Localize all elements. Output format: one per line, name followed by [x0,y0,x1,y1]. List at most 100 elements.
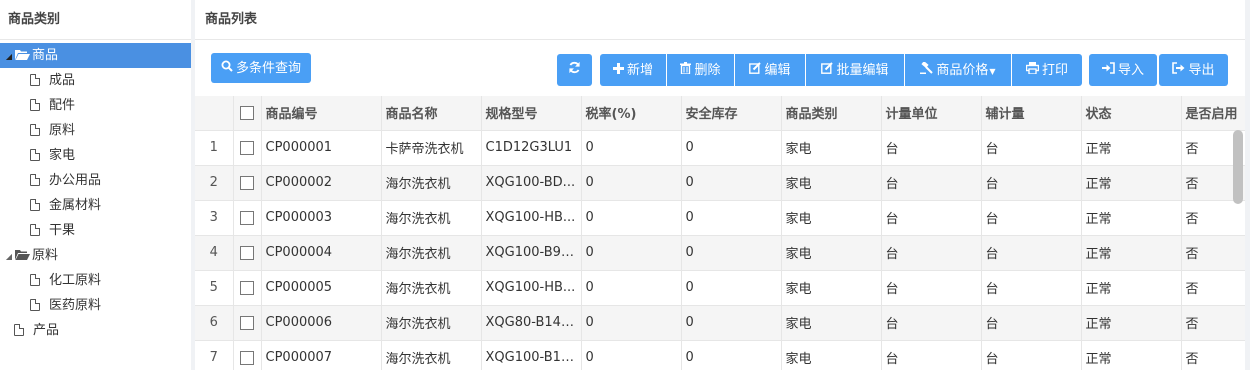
tree-node[interactable]: 配件 [0,93,191,118]
trash-icon [680,54,692,86]
table-body: 1 CP000001 卡萨帝洗衣机 C1D12G3LU1 0 0 家电台台正常否 2 CP000… [195,130,1245,370]
tree-node-label: 金属材料 [49,198,102,213]
tree-node[interactable]: 家电 [0,143,191,168]
tree-node-label: 办公用品 [49,173,102,188]
query-label: 多条件查询 [235,61,301,76]
tree-node-label: 原料 [32,248,59,263]
tree-node[interactable]: 化工原料 [0,268,191,293]
import-button[interactable]: 导入 [1089,54,1157,86]
table-row[interactable]: 4 CP000004 海尔洗衣机 XQG100-B91... 0 0 家电台台正常否 [195,235,1245,271]
row-checkbox[interactable] [233,165,262,201]
table-row[interactable]: 2 CP000002 海尔洗衣机 XQG100-BD... 0 0 家电台台正常否 [195,165,1245,201]
cell-unit: 台 [881,340,982,370]
cell-aux: 台 [981,130,1082,166]
row-checkbox[interactable] [233,305,262,341]
cell-category: 家电 [781,270,882,306]
import-label: 导入 [1117,63,1144,78]
refresh-icon [568,54,581,86]
row-checkbox[interactable] [233,340,262,370]
category-tree: ◢ 商品 成品 配件 原料 家电 办公用品 金属材料 干果 ◢ 原料 化工原料 医药原料 产品 [0,40,191,343]
table-row[interactable]: 3 CP000003 海尔洗衣机 XQG100-HB... 0 0 家电台台正常否 [195,200,1245,236]
delete-button[interactable]: 删除 [667,54,734,86]
row-number: 5 [195,270,234,306]
tree-node[interactable]: 干果 [0,218,191,243]
column-header[interactable]: 是否启用 [1181,96,1245,131]
tree-node[interactable]: ◢ 原料 [0,243,191,268]
column-header[interactable]: 规格型号 [481,96,582,131]
printer-icon [1025,54,1040,86]
column-header[interactable]: 商品类别 [781,96,882,131]
cell-aux: 台 [981,235,1082,271]
table-row[interactable]: 6 CP000006 海尔洗衣机 XQG80-B148... 0 0 家电台台正常否 [195,305,1245,341]
expand-caret-icon[interactable]: ◢ [3,244,15,269]
vertical-scrollbar[interactable] [1233,130,1243,204]
cell-aux: 台 [981,305,1082,341]
batch-edit-button[interactable]: 批量编辑 [806,54,904,86]
table-header-row: 商品编号 商品名称 规格型号 税率(%) 安全库存 商品类别 计量单位 辅计量 状态 是否启用 [195,96,1245,131]
checkbox-icon [240,280,254,295]
cell-code: CP000001 [261,130,382,166]
export-button[interactable]: 导出 [1159,54,1228,86]
import-icon [1101,54,1115,86]
select-all-checkbox[interactable] [233,96,262,131]
cell-status: 正常 [1081,340,1182,370]
column-header[interactable]: 辅计量 [981,96,1082,131]
column-header[interactable]: 计量单位 [881,96,982,131]
refresh-button[interactable] [557,54,592,86]
tree-node[interactable]: 成品 [0,68,191,93]
column-header[interactable]: 商品名称 [381,96,482,131]
tree-node[interactable]: 原料 [0,118,191,143]
row-checkbox[interactable] [233,235,262,271]
delete-label: 删除 [694,63,721,78]
product-list-panel: 商品列表 多条件查询 新增 删除 编辑 批量编辑 商品价格▼ 打印 导入 导出 … [195,0,1245,370]
cell-code: CP000002 [261,165,382,201]
table-row[interactable]: 1 CP000001 卡萨帝洗衣机 C1D12G3LU1 0 0 家电台台正常否 [195,130,1245,166]
cell-enabled: 否 [1181,235,1245,271]
checkbox-icon [240,210,254,225]
cell-tax: 0 [581,165,682,201]
row-number: 7 [195,340,234,370]
tree-node[interactable]: ◢ 商品 [0,43,191,68]
column-header[interactable]: 安全库存 [681,96,782,131]
cell-code: CP000006 [261,305,382,341]
folder-open-icon [15,244,30,260]
tree-node[interactable]: 金属材料 [0,193,191,218]
table-row[interactable]: 5 CP000005 海尔洗衣机 XQG100-HB... 0 0 家电台台正常否 [195,270,1245,306]
row-number: 2 [195,165,234,201]
cell-category: 家电 [781,165,882,201]
cell-aux: 台 [981,200,1082,236]
tree-node[interactable]: 医药原料 [0,293,191,318]
tree-node[interactable]: 产品 [0,318,191,343]
row-checkbox[interactable] [233,270,262,306]
column-header[interactable]: 状态 [1081,96,1182,131]
column-header[interactable]: 税率(%) [581,96,682,131]
cell-tax: 0 [581,305,682,341]
print-button[interactable]: 打印 [1012,54,1082,86]
row-checkbox[interactable] [233,130,262,166]
tree-node-label: 成品 [49,73,76,88]
cell-aux: 台 [981,165,1082,201]
cell-status: 正常 [1081,235,1182,271]
file-icon [30,149,40,161]
edit-button[interactable]: 编辑 [735,54,805,86]
row-checkbox[interactable] [233,200,262,236]
row-number: 3 [195,200,234,236]
tree-node[interactable]: 办公用品 [0,168,191,193]
product-price-dropdown[interactable]: 商品价格▼ [905,54,1011,86]
category-panel: 商品类别 ◢ 商品 成品 配件 原料 家电 办公用品 金属材料 干果 ◢ 原料 化工原料 医药原料 产品 [0,0,191,370]
column-header[interactable]: 商品编号 [261,96,382,131]
file-icon [14,324,24,336]
table-row[interactable]: 7 CP000007 海尔洗衣机 XQG100-B14... 0 0 家电台台正常否 [195,340,1245,370]
tree-node-label: 产品 [33,323,60,338]
expand-caret-icon[interactable]: ◢ [3,44,15,69]
cell-status: 正常 [1081,305,1182,341]
add-button[interactable]: 新增 [600,54,666,86]
file-icon [30,274,40,286]
cell-category: 家电 [781,200,882,236]
cell-status: 正常 [1081,130,1182,166]
batch-edit-label: 批量编辑 [836,63,889,78]
multi-condition-query-button[interactable]: 多条件查询 [211,53,311,83]
cell-name: 海尔洗衣机 [381,235,482,271]
cell-category: 家电 [781,340,882,370]
export-label: 导出 [1188,63,1215,78]
